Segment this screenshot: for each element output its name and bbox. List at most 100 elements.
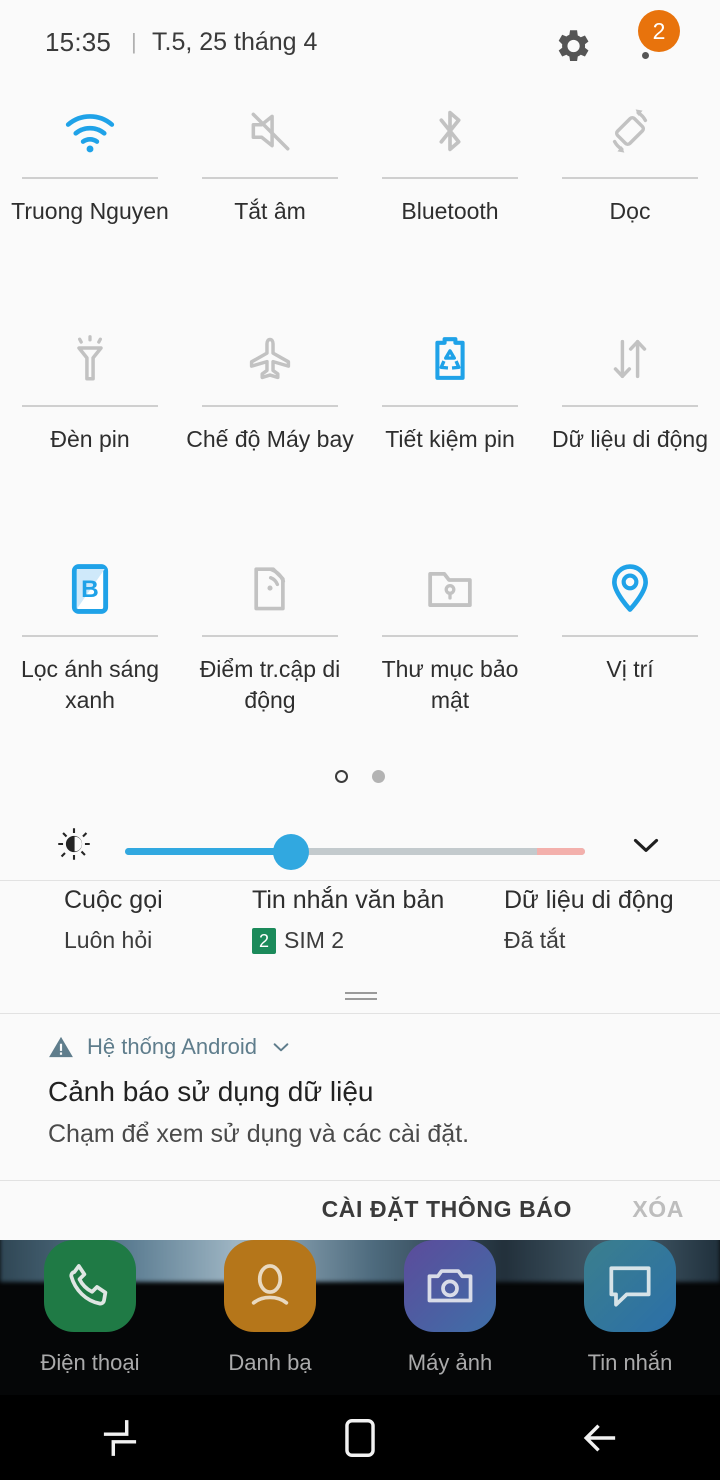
warning-triangle-icon: [49, 1036, 73, 1058]
tile-rotation[interactable]: Dọc: [540, 92, 720, 320]
tile-flashlight[interactable]: Đèn pin: [0, 320, 180, 550]
tile-bluetooth[interactable]: Bluetooth: [360, 92, 540, 320]
brightness-slider-thumb[interactable]: [272, 834, 309, 870]
tile-label: Điểm tr.cập di động: [199, 656, 341, 713]
flashlight-icon: [77, 335, 103, 381]
tile-underline: [562, 635, 698, 637]
tile-underline: [22, 635, 158, 637]
sim-calls-value: Luôn hỏi: [64, 927, 153, 953]
app-dock: Điện thoại Danh bạ Máy ảnh Tin nhắn: [0, 1240, 720, 1376]
camera-icon: [427, 1269, 473, 1303]
overflow-menu-icon: [641, 52, 649, 59]
tile-label: Truong Nguyen: [11, 198, 169, 224]
status-separator: |: [131, 29, 137, 54]
notification-card[interactable]: Hệ thống Android Cảnh báo sử dụng dữ liệ…: [0, 1014, 720, 1180]
tile-battery-saver[interactable]: Tiết kiệm pin: [360, 320, 540, 550]
tile-mute[interactable]: Tắt âm: [180, 92, 360, 320]
chevron-down-icon: [633, 838, 659, 852]
recents-button[interactable]: [0, 1395, 240, 1480]
mobile-hotspot-icon: [254, 567, 286, 611]
page-dot[interactable]: [372, 770, 386, 784]
sim-sms-value: SIM 2: [284, 927, 345, 953]
tile-row: Đèn pin Chế độ Máy bay Tiết kiệm pin Dữ …: [0, 320, 720, 550]
quick-settings-panel: 15:35 | T.5, 25 tháng 4 2 Truong Nguyen …: [0, 0, 720, 1240]
dock-label: Danh bạ: [228, 1350, 312, 1375]
dock-app-camera[interactable]: Máy ảnh: [360, 1240, 540, 1376]
tile-row: Truong Nguyen Tắt âm Bluetooth Dọc: [0, 92, 720, 320]
tile-mobile-data[interactable]: Dữ liệu di động: [540, 320, 720, 550]
notification-actions: CÀI ĐẶT THÔNG BÁO XÓA: [0, 1181, 720, 1240]
brightness-slider-fill: [125, 848, 291, 855]
tile-label: Vị trí: [606, 656, 654, 682]
tile-label: Thư mục bảo mật: [381, 656, 519, 713]
secure-folder-icon: [428, 571, 472, 607]
tile-underline: [202, 635, 338, 637]
blue-light-filter-icon: B: [71, 564, 109, 614]
tile-secure-folder[interactable]: Thư mục bảo mật: [360, 550, 540, 755]
sim-sms-title: Tin nhắn văn bản: [252, 886, 445, 914]
tile-mobile-hotspot[interactable]: Điểm tr.cập di động: [180, 550, 360, 755]
airplane-icon: [249, 337, 291, 380]
tile-label: Tiết kiệm pin: [385, 426, 515, 452]
brightness-row: [0, 812, 720, 874]
page-indicator: [0, 768, 720, 786]
gear-icon: [558, 30, 589, 62]
phone-icon: [69, 1264, 108, 1306]
sim-calls-title: Cuộc gọi: [64, 886, 163, 914]
tile-label: Dữ liệu di động: [551, 426, 709, 452]
panel-drag-handle[interactable]: [345, 992, 377, 1004]
tile-underline: [22, 405, 158, 407]
tile-label: Bluetooth: [401, 198, 499, 224]
status-clock: 15:35: [45, 27, 112, 57]
tile-location[interactable]: Vị trí: [540, 550, 720, 755]
mobile-data-icon: [613, 339, 647, 379]
sim-mobile-data-value: Đã tắt: [504, 927, 566, 953]
sim-mobile-data[interactable]: Dữ liệu di động Đã tắt: [504, 886, 674, 954]
tile-row: B Lọc ánh sáng xanh Điểm tr.cập di động …: [0, 550, 720, 755]
dock-app-messages[interactable]: Tin nhắn: [540, 1240, 720, 1376]
contacts-icon: [251, 1264, 289, 1305]
clear-notifications-button[interactable]: XÓA: [632, 1196, 684, 1223]
tile-label: Tắt âm: [234, 198, 306, 224]
dock-app-phone[interactable]: Điện thoại: [0, 1240, 180, 1376]
tile-underline: [382, 177, 518, 179]
messages-icon: [609, 1266, 651, 1307]
tile-wifi[interactable]: Truong Nguyen: [0, 92, 180, 320]
tile-underline: [382, 635, 518, 637]
svg-text:B: B: [81, 576, 99, 603]
tile-label: Đèn pin: [50, 426, 130, 452]
brightness-expand-button[interactable]: [628, 834, 664, 856]
bluetooth-icon: [439, 110, 461, 152]
tile-underline: [202, 405, 338, 407]
settings-button[interactable]: [551, 25, 593, 67]
tile-blue-light-filter[interactable]: B Lọc ánh sáng xanh: [0, 550, 180, 755]
sim-sms[interactable]: Tin nhắn văn bản 2 SIM 2: [252, 886, 444, 954]
dock-app-contacts[interactable]: Danh bạ: [180, 1240, 360, 1376]
location-pin-icon: [612, 564, 648, 612]
tile-underline: [562, 177, 698, 179]
quick-settings-header: 15:35 | T.5, 25 tháng 4 2: [0, 0, 720, 92]
home-button[interactable]: [240, 1395, 480, 1480]
tile-underline: [382, 405, 518, 407]
divider: [0, 880, 720, 881]
tile-airplane-mode[interactable]: Chế độ Máy bay: [180, 320, 360, 550]
quick-settings-tiles: Truong Nguyen Tắt âm Bluetooth Dọc Đèn p…: [0, 92, 720, 755]
chevron-down-icon[interactable]: [270, 1040, 292, 1054]
mute-icon: [251, 112, 290, 151]
brightness-slider[interactable]: [125, 848, 585, 855]
notification-count-badge: 2: [638, 10, 680, 52]
notification-settings-button[interactable]: CÀI ĐẶT THÔNG BÁO: [322, 1196, 572, 1223]
sim-mobile-data-title: Dữ liệu di động: [504, 886, 674, 914]
page-dot-active[interactable]: [334, 770, 348, 784]
notification-body: Chạm để xem sử dụng và các cài đặt.: [48, 1120, 470, 1148]
tile-underline: [202, 177, 338, 179]
brightness-icon: [58, 828, 90, 860]
back-button[interactable]: [480, 1395, 720, 1480]
navigation-bar: [0, 1395, 720, 1480]
dock-label: Điện thoại: [40, 1350, 140, 1375]
dock-label: Máy ảnh: [407, 1350, 493, 1375]
sim-card-manager: Cuộc gọi Luôn hỏi Tin nhắn văn bản 2 SIM…: [0, 886, 720, 986]
tile-label: Dọc: [609, 198, 651, 224]
sim-calls[interactable]: Cuộc gọi Luôn hỏi: [64, 886, 163, 954]
brightness-slider-warning-zone: [536, 848, 585, 855]
